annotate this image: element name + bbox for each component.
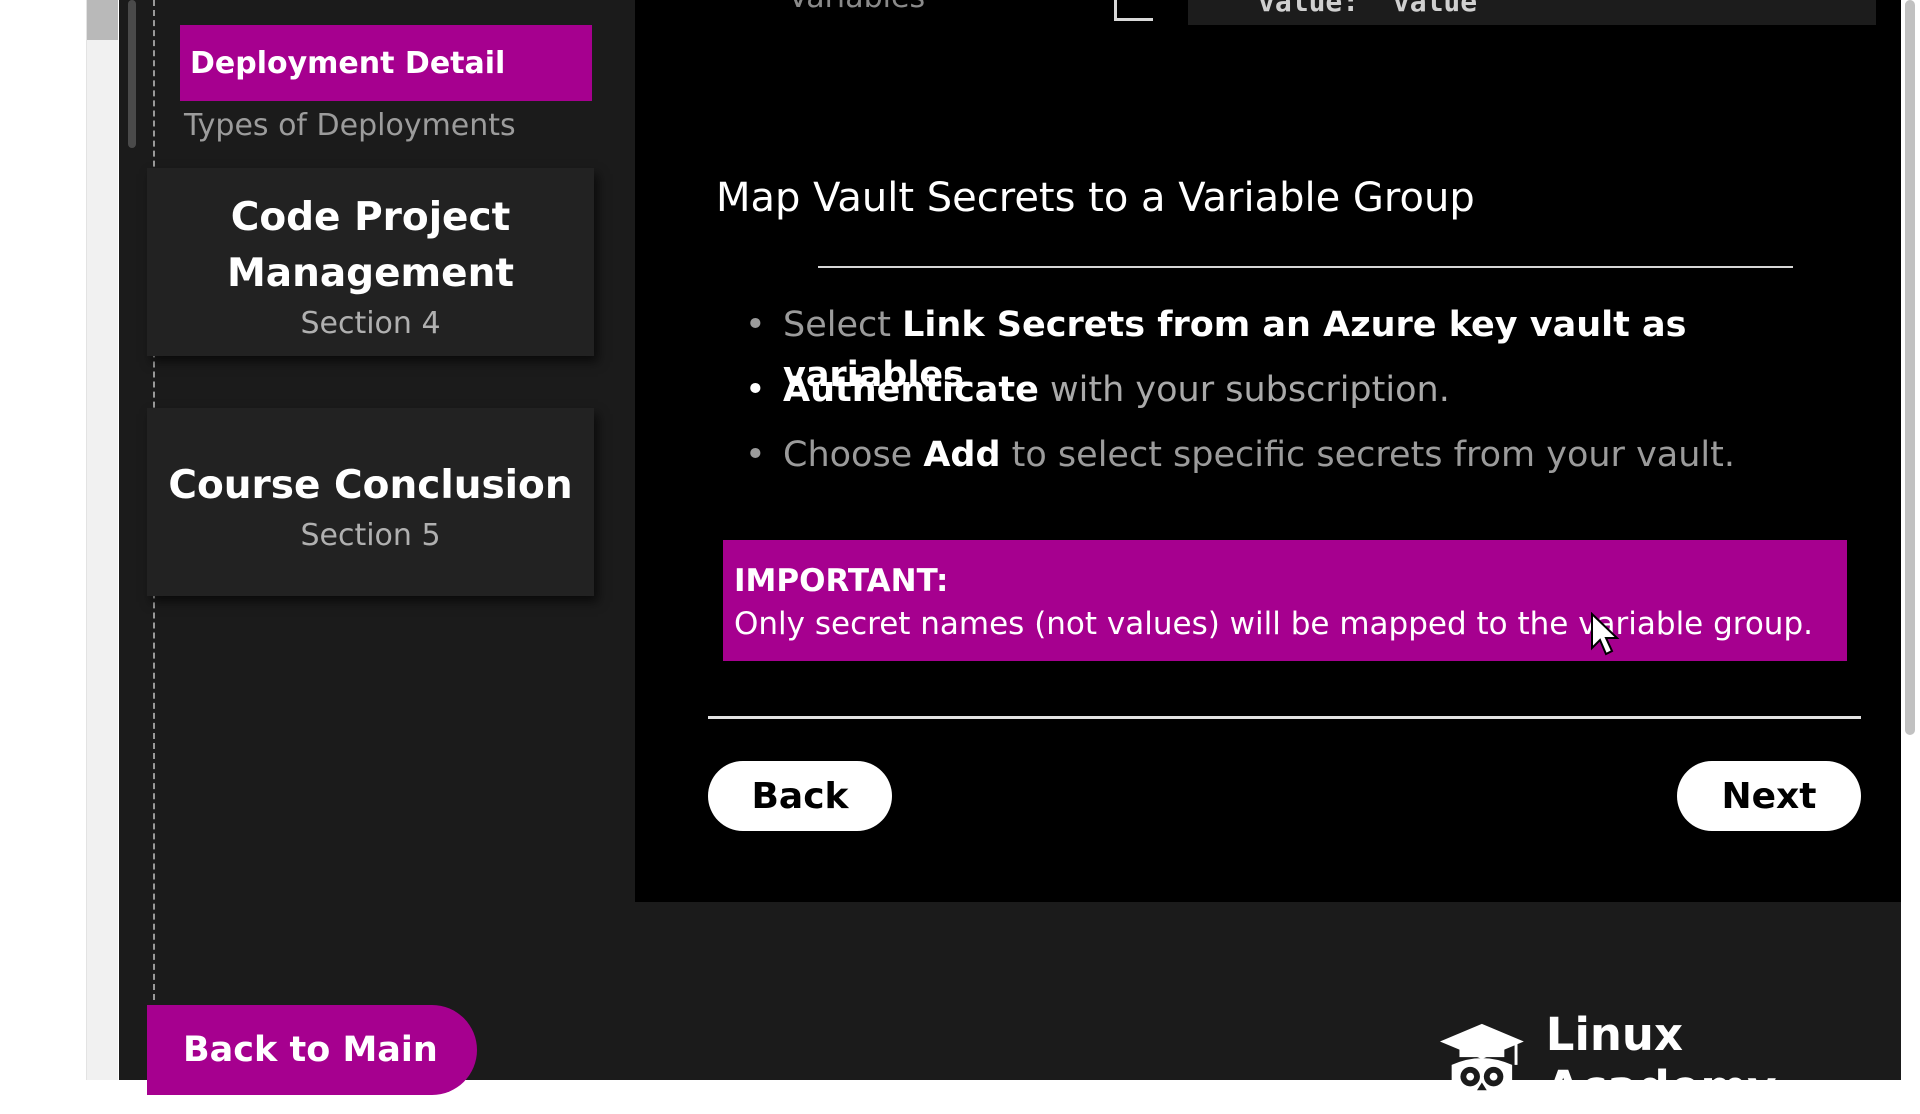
brand-name: Linux Academy: [1545, 1008, 1777, 1114]
callout-text: Only secret names (not values) will be m…: [734, 606, 1813, 642]
code-text: value: "value": [1258, 0, 1495, 18]
back-button[interactable]: Back: [708, 761, 892, 831]
bullet-dot: •: [745, 435, 766, 475]
bullet-text: Choose: [783, 435, 924, 475]
title-divider: [818, 266, 1793, 268]
page-scrollbar[interactable]: [1902, 0, 1920, 1080]
bullet-text: with your subscription.: [1038, 370, 1450, 410]
nav-divider: [708, 716, 1861, 719]
bracket-graphic: [1114, 0, 1153, 21]
sidebar-scrollbar-thumb[interactable]: [128, 0, 136, 148]
sidebar-item-label: Deployment Detail: [190, 45, 506, 81]
sidebar-item-deployment-detail[interactable]: Deployment Detail: [180, 25, 592, 101]
back-button-label: Back: [751, 775, 849, 817]
list-item: • Choose Add to select specific secrets …: [745, 430, 1845, 495]
section-card-code-project-management[interactable]: Code Project Management Section 4: [147, 168, 594, 356]
back-to-main-button[interactable]: Back to Main: [147, 1005, 477, 1095]
bullet-text: Select: [783, 305, 903, 345]
bullet-dot: •: [745, 370, 766, 410]
section-title-line: Code Project: [230, 195, 511, 240]
list-item: • Authenticate with your subscription.: [745, 365, 1845, 430]
outer-left-strip: [86, 0, 118, 1080]
callout-heading: IMPORTANT:: [734, 563, 949, 599]
bullet-dot: •: [745, 305, 766, 345]
section-card-course-conclusion[interactable]: Course Conclusion Section 5: [147, 408, 594, 596]
bullet-text: to select specific secrets from your vau…: [1000, 435, 1735, 475]
next-button-label: Next: [1721, 775, 1817, 817]
brand-logo: Linux Academy: [1438, 1008, 1920, 1114]
partial-label: Variables: [788, 0, 925, 15]
bullet-bold-text: Add: [923, 435, 1001, 475]
bullet-list: • Select Link Secrets from an Azure key …: [745, 300, 1845, 495]
page-scrollbar-thumb[interactable]: [1905, 0, 1915, 735]
section-number: Section 4: [300, 306, 441, 341]
mouse-cursor-icon: [1591, 612, 1620, 656]
section-number: Section 5: [300, 518, 441, 553]
back-to-main-label: Back to Main: [183, 1030, 438, 1070]
next-button[interactable]: Next: [1677, 761, 1861, 831]
section-title-line: Management: [226, 251, 515, 296]
sidebar-item-types-of-deployments[interactable]: Types of Deployments: [184, 108, 516, 143]
code-snippet: value: "value": [1188, 0, 1876, 25]
slide-title: Map Vault Secrets to a Variable Group: [716, 175, 1475, 221]
outer-scroll-tab[interactable]: [86, 0, 118, 40]
important-callout: IMPORTANT: Only secret names (not values…: [723, 540, 1847, 661]
outer-divider: [86, 0, 87, 1080]
section-title: Code Project Management: [147, 190, 594, 302]
section-title: Course Conclusion: [168, 463, 573, 508]
list-item: • Select Link Secrets from an Azure key …: [745, 300, 1845, 395]
owl-graduation-cap-icon: [1439, 1023, 1524, 1101]
bullet-bold-text: Authenticate: [783, 370, 1039, 410]
